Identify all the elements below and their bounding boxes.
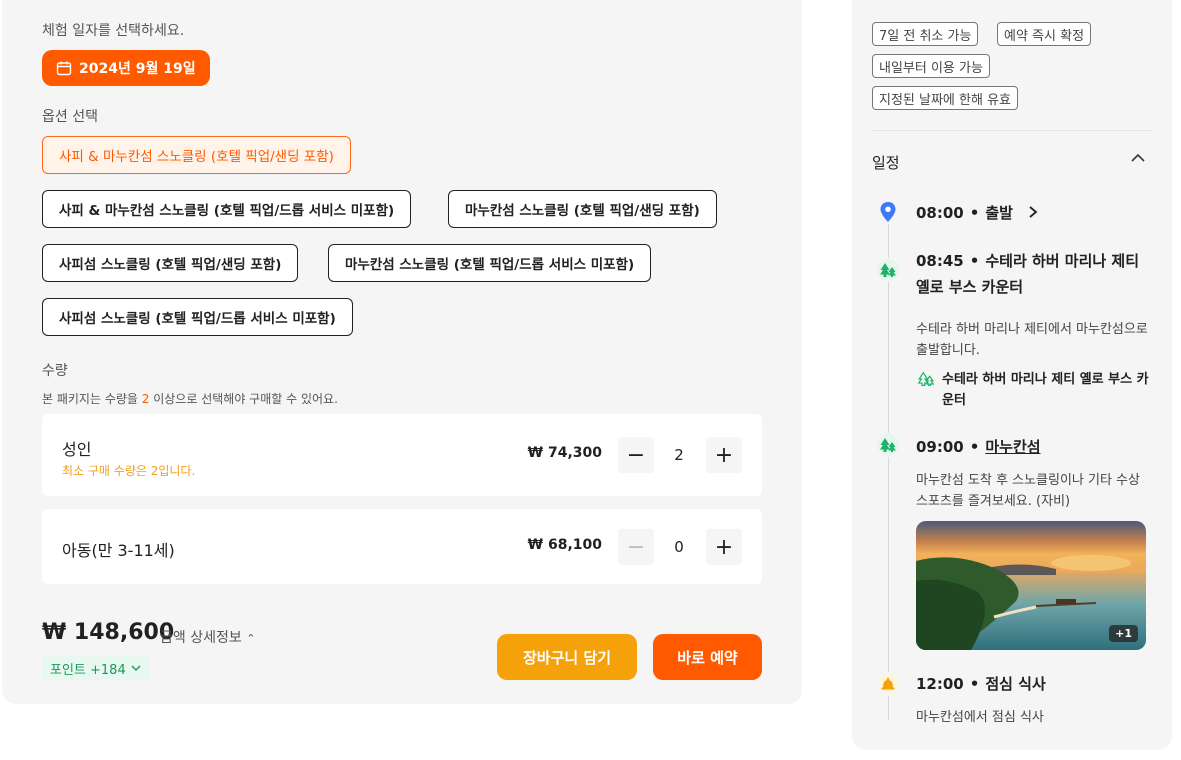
option-button-1[interactable]: 사피 & 마누칸섬 스노클링 (호텔 픽업/드롭 서비스 미포함): [42, 190, 412, 228]
trees-icon: [876, 258, 900, 282]
book-now-button[interactable]: 바로 예약: [653, 634, 762, 680]
timeline-line: [888, 220, 889, 720]
option-button-4[interactable]: 마누칸섬 스노클링 (호텔 픽업/드롭 서비스 미포함): [328, 244, 652, 282]
option-button-0[interactable]: 사피 & 마누칸섬 스노클링 (호텔 픽업/샌딩 포함): [42, 136, 351, 174]
booking-panel: 체험 일자를 선택하세요. 2024년 9월 19일 옵션 선택 사피 & 마누…: [2, 0, 802, 704]
price-detail-link[interactable]: 금액 상세정보 ⌃: [160, 627, 255, 647]
tag-date-specific: 지정된 날짜에 한해 유효: [872, 86, 1018, 110]
chevron-up-icon[interactable]: [1128, 148, 1148, 168]
adult-quantity-card: 성인 최소 구매 수량은 2입니다. ₩ 74,300 − 2 +: [42, 414, 762, 496]
option-button-5[interactable]: 사피섬 스노클링 (호텔 픽업/드롭 서비스 미포함): [42, 298, 353, 336]
island-photo[interactable]: +1: [916, 521, 1146, 650]
adult-minus-button[interactable]: −: [618, 437, 654, 473]
step-3-heading: 09:00 • 마누칸섬: [916, 438, 1041, 456]
child-price: ₩ 68,100: [527, 537, 602, 553]
child-quantity-card: 아동(만 3-11세) ₩ 68,100 − 0 +: [42, 509, 762, 584]
date-chip[interactable]: 2024년 9월 19일: [42, 50, 210, 86]
step-2-description: 수테라 하버 마리나 제티에서 마누칸섬으로 출발합니다.: [916, 322, 1148, 358]
itinerary-title: 일정: [872, 154, 900, 172]
adult-plus-button[interactable]: +: [706, 437, 742, 473]
step-2-heading: 08:45 • 수테라 하버 마리나 제티 옐로 부스 카운터: [916, 252, 1140, 296]
adult-min-note: 최소 구매 수량은 2입니다.: [62, 464, 196, 478]
step-3-description: 마누칸섬 도착 후 스노클링이나 기타 수상 스포츠를 즐겨보세요. (자비): [916, 473, 1140, 509]
option-button-2[interactable]: 마누칸섬 스노클링 (호텔 픽업/샌딩 포함): [448, 190, 717, 228]
manukan-link[interactable]: 마누칸섬: [985, 438, 1040, 456]
step-4-description: 마누칸섬에서 점심 식사: [916, 710, 1044, 725]
option-button-3[interactable]: 사피섬 스노클링 (호텔 픽업/샌딩 포함): [42, 244, 299, 282]
child-minus-button[interactable]: −: [618, 529, 654, 565]
step-1-heading[interactable]: 08:00 • 출발: [916, 200, 1152, 226]
tag-instant-confirm: 예약 즉시 확정: [997, 22, 1092, 46]
tag-free-cancel: 7일 전 취소 가능: [872, 22, 979, 46]
divider: [872, 130, 1152, 131]
adult-quantity-value: 2: [674, 446, 684, 464]
adult-price: ₩ 74,300: [527, 445, 602, 461]
trees-icon: [916, 369, 936, 411]
points-badge[interactable]: 포인트 +184: [42, 656, 150, 680]
itinerary-panel: 7일 전 취소 가능 예약 즉시 확정 내일부터 이용 가능 지정된 날짜에 한…: [852, 0, 1172, 750]
total-price: ₩ 148,600: [42, 620, 175, 645]
trees-icon: [876, 433, 900, 457]
selected-date: 2024년 9월 19일: [79, 61, 196, 77]
step-4-heading: 12:00 • 점심 식사: [916, 675, 1046, 693]
chevron-down-icon: [131, 665, 141, 672]
bell-icon: [876, 672, 900, 696]
chevron-up-icon: ⌃: [246, 632, 256, 645]
calendar-icon: [56, 61, 72, 76]
add-to-cart-button[interactable]: 장바구니 담기: [497, 634, 637, 680]
chevron-right-icon: [1029, 206, 1038, 218]
photo-count-badge: +1: [1109, 625, 1138, 642]
child-label: 아동(만 3-11세): [62, 541, 175, 560]
adult-label: 성인: [62, 440, 92, 459]
date-label: 체험 일자를 선택하세요.: [42, 23, 185, 39]
step-2-place[interactable]: 수테라 하버 마리나 제티 옐로 부스 카운터: [916, 369, 1152, 411]
child-plus-button[interactable]: +: [706, 529, 742, 565]
quantity-label: 수량: [42, 363, 68, 379]
option-label: 옵션 선택: [42, 109, 98, 125]
tag-available-tomorrow: 내일부터 이용 가능: [872, 54, 990, 78]
location-pin-icon: [876, 200, 900, 224]
child-quantity-value: 0: [674, 538, 684, 556]
quantity-note: 본 패키지는 수량을 2 이상으로 선택해야 구매할 수 있어요.: [42, 392, 338, 406]
